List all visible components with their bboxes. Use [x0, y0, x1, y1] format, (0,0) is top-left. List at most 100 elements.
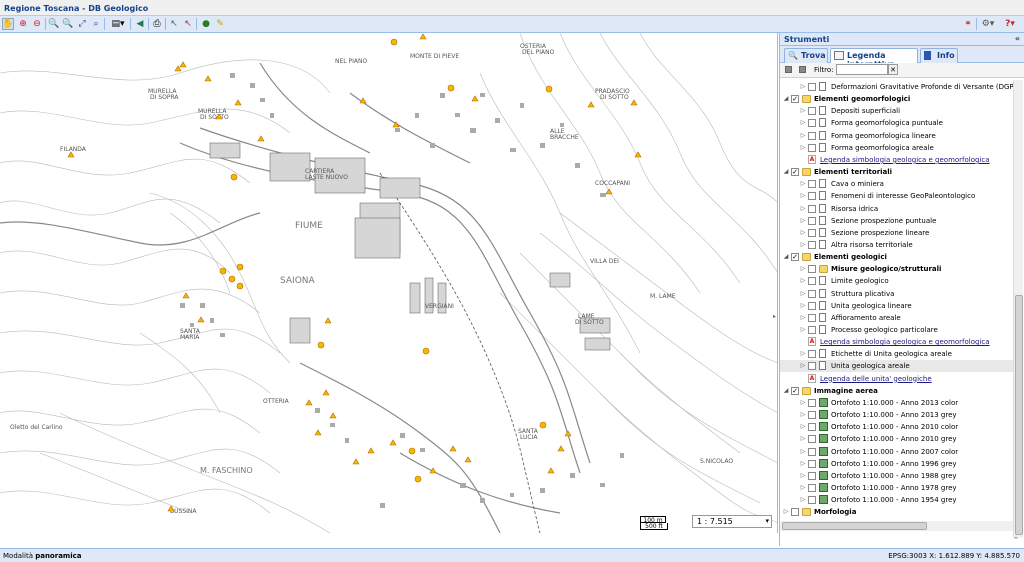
legend-tree-item[interactable]: ▷ Affioramento areale [780, 312, 1013, 324]
expand-arrow-icon[interactable]: ▷ [800, 117, 806, 129]
expand-arrow-icon[interactable]: ▷ [800, 446, 806, 458]
expand-arrow-icon[interactable]: ▷ [800, 105, 806, 117]
layer-checkbox[interactable] [808, 496, 816, 505]
expand-arrow-icon[interactable]: ▷ [800, 470, 806, 482]
legend-tree-item[interactable]: ▷ Forma geomorfologica puntuale [780, 117, 1013, 129]
clear-filter-icon[interactable]: ✕ [888, 64, 898, 75]
zoom-extent-icon[interactable]: ⤢ [76, 18, 88, 30]
legend-pdf-link[interactable]: Legenda simbologia geologica e geomorfol… [820, 154, 990, 166]
layer-checkbox[interactable] [808, 192, 816, 201]
expand-arrow-icon[interactable]: ▷ [800, 324, 806, 336]
help-icon[interactable]: ?▾ [1002, 18, 1018, 30]
collapse-all-icon[interactable] [799, 66, 806, 73]
zoom-previous-icon[interactable]: ⌕ [90, 18, 102, 30]
expand-arrow-icon[interactable]: ▷ [800, 215, 806, 227]
layer-checkbox[interactable] [808, 228, 816, 237]
expand-arrow-icon[interactable]: ▷ [800, 288, 806, 300]
legend-tree-item[interactable]: ▷ Ortofoto 1:10.000 - Anno 1996 grey [780, 458, 1013, 470]
globe-icon[interactable]: ● [200, 18, 212, 30]
legend-tree-item[interactable]: A Legenda delle unita' geologiche [780, 373, 1013, 385]
tab-trova[interactable]: 🔍 Trova [784, 48, 828, 63]
expand-arrow-icon[interactable]: ▷ [800, 494, 806, 506]
expand-arrow-icon[interactable] [800, 373, 806, 385]
legend-tree-item[interactable]: ▷ Ortofoto 1:10.000 - Anno 1988 grey [780, 470, 1013, 482]
link-icon[interactable]: ⚭ [962, 18, 974, 30]
layer-checkbox[interactable] [808, 350, 816, 359]
legend-tree-item[interactable]: ▷ Deformazioni Gravitative Profonde di Ve… [780, 81, 1013, 93]
expand-arrow-icon[interactable]: ▷ [800, 348, 806, 360]
layer-checkbox[interactable] [808, 459, 816, 468]
legend-tree-item[interactable]: ▷ Unita geologica areale [780, 360, 1013, 373]
deselect-feature-icon[interactable]: ↖ [182, 18, 194, 30]
layer-checkbox[interactable] [808, 398, 816, 407]
measure-ruler-icon[interactable]: ✎ [214, 18, 226, 30]
expand-arrow-icon[interactable]: ▷ [800, 409, 806, 421]
expand-arrow-icon[interactable] [800, 336, 806, 348]
expand-arrow-icon[interactable]: ▷ [800, 81, 806, 93]
layer-checkbox[interactable] [808, 180, 816, 189]
expand-arrow-icon[interactable]: ▷ [800, 312, 806, 324]
legend-tree-item[interactable]: ▷ Depositi superficiali [780, 105, 1013, 117]
layer-checkbox[interactable] [808, 362, 816, 371]
zoom-in-icon[interactable]: 🔍 [48, 18, 60, 30]
layer-checkbox[interactable] [808, 131, 816, 140]
tab-legenda-interattiva[interactable]: Legenda interattiva [830, 48, 918, 69]
expand-arrow-icon[interactable]: ▷ [800, 275, 806, 287]
expand-arrow-icon[interactable]: ▷ [800, 421, 806, 433]
expand-arrow-icon[interactable]: ▷ [800, 482, 806, 494]
pan-tool-icon[interactable]: ✋ [2, 18, 14, 30]
layer-checkbox[interactable] [808, 216, 816, 225]
layer-checkbox[interactable] [808, 301, 816, 310]
layer-checkbox[interactable] [808, 313, 816, 322]
expand-arrow-icon[interactable]: ▷ [800, 300, 806, 312]
legend-tree-item[interactable]: ▷ Ortofoto 1:10.000 - Anno 2007 color [780, 446, 1013, 458]
layer-checkbox[interactable] [808, 83, 816, 91]
legend-tree-item[interactable]: ▷ Ortofoto 1:10.000 - Anno 1954 grey [780, 494, 1013, 506]
layer-checkbox[interactable]: ✓ [791, 253, 799, 262]
legend-tree-item[interactable]: ▷ Sezione prospezione lineare [780, 227, 1013, 239]
expand-arrow-icon[interactable]: ▷ [800, 458, 806, 470]
expand-arrow-icon[interactable]: ▷ [800, 239, 806, 251]
legend-tree-item[interactable]: ▷ Sezione prospezione puntuale [780, 215, 1013, 227]
select-feature-icon[interactable]: ↖ [168, 18, 180, 30]
legend-tree-item[interactable]: ▷ Fenomeni di interesse GeoPaleontologico [780, 190, 1013, 202]
expand-arrow-icon[interactable]: ▷ [800, 360, 806, 372]
legend-tree-item[interactable]: A Legenda simbologia geologica e geomorfo… [780, 336, 1013, 348]
layer-checkbox[interactable] [808, 265, 816, 274]
tab-info[interactable]: Info [920, 48, 958, 63]
legend-tree-item[interactable]: ◢ ✓ Elementi geomorfologici [780, 93, 1013, 105]
legend-tree-item[interactable]: ▷ Misure geologico/strutturali [780, 263, 1013, 275]
zoom-out-icon[interactable]: 🔍 [62, 18, 74, 30]
layer-checkbox[interactable] [808, 483, 816, 492]
legend-tree-item[interactable]: ▷ Cava o miniera [780, 178, 1013, 190]
layer-checkbox[interactable] [808, 411, 816, 420]
layer-checkbox[interactable] [808, 423, 816, 432]
map-canvas[interactable]: MURELLA DI SOPRA MURELLA DI SOTTO FILANDA … [0, 33, 778, 533]
expand-arrow-icon[interactable]: ▷ [800, 227, 806, 239]
legend-tree-item[interactable]: ▷ Limite geologico [780, 275, 1013, 287]
legend-pdf-link[interactable]: Legenda simbologia geologica e geomorfol… [820, 336, 990, 348]
expanded-arrow-icon[interactable]: ◢ [783, 93, 789, 105]
layer-checkbox[interactable] [808, 119, 816, 128]
layers-dropdown-icon[interactable]: ▤▾ [108, 18, 128, 30]
legend-tree-item[interactable]: ▷ Ortofoto 1:10.000 - Anno 2010 color [780, 421, 1013, 433]
layer-checkbox[interactable] [808, 447, 816, 456]
layer-checkbox[interactable] [808, 471, 816, 480]
back-arrow-icon[interactable]: ◀ [134, 18, 146, 30]
legend-tree-item[interactable]: ▷ Unita geologica lineare [780, 300, 1013, 312]
expand-arrow-icon[interactable]: ▷ [800, 142, 806, 154]
hscroll-thumb[interactable] [782, 522, 927, 530]
layer-checkbox[interactable] [808, 326, 816, 334]
layer-checkbox[interactable] [808, 143, 816, 152]
settings-gear-icon[interactable]: ⚙▾ [980, 18, 996, 30]
legend-tree-item[interactable]: ◢ ✓ Elementi territoriali [780, 166, 1013, 178]
filter-input[interactable] [836, 64, 888, 75]
legend-tree-item[interactable]: ▷ Forma geomorfologica lineare [780, 130, 1013, 142]
scale-ratio-select[interactable]: 1 : 7.515 ▾ [692, 515, 772, 528]
expanded-arrow-icon[interactable]: ◢ [783, 166, 789, 178]
legend-tree-item[interactable]: ▷ Morfologia [780, 506, 1013, 518]
expand-arrow-icon[interactable]: ▷ [783, 506, 789, 518]
legend-tree-item[interactable]: ▷ Altra risorsa territoriale [780, 239, 1013, 251]
zoom-box-in-icon[interactable]: ⊕ [17, 18, 29, 30]
expand-arrow-icon[interactable]: ▷ [800, 263, 806, 275]
